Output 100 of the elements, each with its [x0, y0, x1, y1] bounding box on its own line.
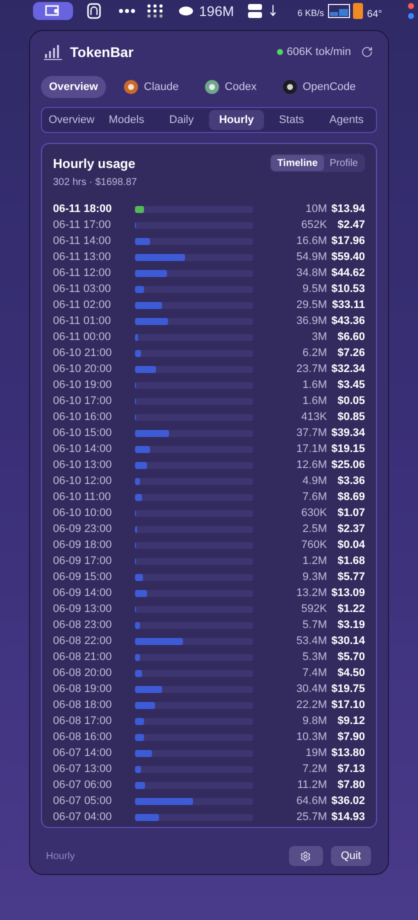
token-count: 652K: [300, 218, 327, 234]
token-count: 29.5M: [295, 298, 327, 314]
view-tab[interactable]: Models: [99, 110, 154, 130]
hour-label: 06-10 15:00: [53, 426, 113, 442]
cost-value: $3.45: [337, 378, 365, 394]
card-title: Hourly usage: [53, 155, 136, 173]
hour-label: 06-09 15:00: [53, 570, 113, 586]
token-count: 36.9M: [295, 314, 327, 330]
settings-button[interactable]: [288, 846, 323, 866]
cost-value: $17.96: [331, 234, 365, 250]
hour-label: 06-08 23:00: [53, 618, 113, 634]
view-tab[interactable]: Agents: [319, 110, 374, 130]
hour-label: 06-11 13:00: [53, 250, 112, 266]
cost-value: $59.40: [331, 250, 365, 266]
token-count: 54.9M: [295, 250, 327, 266]
token-count: 7.6M: [302, 490, 327, 506]
hour-label: 06-09 14:00: [53, 586, 113, 602]
cost-value: $44.62: [331, 266, 365, 282]
network-reading[interactable]: 6 KB/s: [280, 6, 324, 20]
hour-label: 06-10 16:00: [53, 410, 113, 426]
view-tab[interactable]: Hourly: [209, 110, 264, 130]
cost-value: $1.22: [337, 602, 365, 618]
hour-label: 06-11 17:00: [53, 218, 112, 234]
signal-bars-icon: [44, 44, 62, 60]
temperature-reading[interactable]: 64°: [367, 7, 382, 22]
cost-value: $7.90: [337, 730, 365, 746]
cost-value: $8.69: [337, 490, 365, 506]
view-tab[interactable]: Daily: [154, 110, 209, 130]
cost-value: $39.34: [331, 426, 365, 442]
token-count: 34.8M: [295, 266, 327, 282]
footer-label: Hourly: [46, 850, 75, 864]
token-count: 17.1M: [295, 442, 327, 458]
hour-label: 06-08 19:00: [53, 682, 113, 698]
provider-tab[interactable]: Codex: [196, 76, 265, 98]
hour-label: 06-10 11:00: [53, 490, 112, 506]
cost-value: $5.77: [337, 570, 365, 586]
battery-icon[interactable]: [353, 3, 364, 19]
provider-tab[interactable]: OpenCode: [274, 76, 364, 98]
drive-icon[interactable]: [248, 4, 262, 18]
view-toggle-option[interactable]: Profile: [324, 155, 364, 171]
token-count: 1.6M: [302, 394, 327, 410]
arrow-down-icon[interactable]: [270, 5, 276, 17]
token-count: 630K: [300, 506, 327, 522]
cloud-icon[interactable]: [179, 6, 193, 16]
refresh-icon[interactable]: [361, 46, 373, 58]
hour-label: 06-07 05:00: [53, 794, 113, 810]
cost-value: $19.75: [331, 682, 365, 698]
token-count: 7.4M: [302, 666, 327, 682]
hour-label: 06-08 21:00: [53, 650, 113, 666]
cost-value: $3.36: [337, 474, 365, 490]
card-subtitle: 302 hrs · $1698.87: [53, 176, 137, 190]
cost-value: $13.09: [331, 586, 365, 602]
token-count: 37.7M: [295, 426, 327, 442]
cost-value: $4.50: [337, 666, 365, 682]
token-count: 19M: [304, 746, 327, 762]
token-count: 9.3M: [302, 570, 327, 586]
cpu-graph-icon[interactable]: [328, 4, 350, 18]
token-count: 53.4M: [295, 634, 327, 650]
hour-label: 06-11 12:00: [53, 266, 112, 282]
token-count: 30.4M: [295, 682, 327, 698]
gear-icon: [300, 850, 312, 862]
token-count: 5.3M: [302, 650, 327, 666]
token-rate: 606K tok/min: [286, 44, 351, 60]
cost-value: $0.04: [337, 538, 365, 554]
hour-label: 06-08 16:00: [53, 730, 113, 746]
provider-tab[interactable]: Claude: [116, 76, 187, 98]
hour-label: 06-08 20:00: [53, 666, 113, 682]
grid-dots-icon[interactable]: [147, 4, 163, 18]
hour-label: 06-09 18:00: [53, 538, 113, 554]
view-toggle-option[interactable]: Timeline: [271, 155, 324, 171]
hour-label: 06-09 17:00: [53, 554, 113, 570]
token-count: 6.2M: [302, 346, 327, 362]
cost-value: $10.53: [331, 282, 365, 298]
cost-value: $1.68: [337, 554, 365, 570]
hour-label: 06-11 18:00: [53, 202, 113, 218]
cost-value: $0.05: [337, 394, 365, 410]
cost-value: $2.37: [337, 522, 365, 538]
token-count: 2.5M: [302, 522, 327, 538]
hour-label: 06-10 14:00: [53, 442, 113, 458]
hour-label: 06-09 13:00: [53, 602, 113, 618]
hour-label: 06-11 01:00: [53, 314, 112, 330]
cost-value: $43.36: [331, 314, 365, 330]
token-count: 7.2M: [302, 762, 327, 778]
view-tab[interactable]: Stats: [264, 110, 319, 130]
quit-button[interactable]: Quit: [330, 846, 371, 866]
screen-share-icon[interactable]: [33, 2, 73, 20]
token-count: 413K: [300, 410, 327, 426]
memory-reading[interactable]: 196M: [199, 0, 234, 22]
hour-label: 06-07 04:00: [53, 810, 113, 826]
view-tab[interactable]: Overview: [44, 110, 99, 130]
hour-label: 06-07 14:00: [53, 746, 113, 762]
cost-value: $0.85: [337, 410, 365, 426]
app-title: TokenBar: [70, 42, 134, 62]
token-count: 25.7M: [295, 810, 327, 826]
token-count: 12.6M: [295, 458, 327, 474]
hour-label: 06-09 23:00: [53, 522, 113, 538]
cost-value: $13.94: [331, 202, 365, 218]
cost-value: $33.11: [332, 298, 365, 314]
provider-tab[interactable]: Overview: [41, 76, 106, 98]
more-icon[interactable]: [119, 9, 135, 13]
